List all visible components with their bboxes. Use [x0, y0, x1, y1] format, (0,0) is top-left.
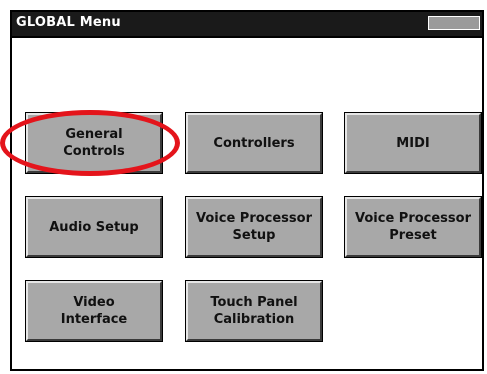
touch-panel-calibration-button[interactable]: Touch Panel Calibration	[186, 281, 322, 341]
controllers-button[interactable]: Controllers	[186, 113, 322, 173]
audio-setup-button[interactable]: Audio Setup	[26, 197, 162, 257]
video-interface-label: Video Interface	[60, 295, 128, 327]
page-title: GLOBAL Menu	[16, 15, 121, 30]
touch-panel-calibration-label: Touch Panel Calibration	[210, 295, 298, 327]
voice-processor-setup-label: Voice Processor Setup	[196, 211, 312, 243]
video-interface-button[interactable]: Video Interface	[26, 281, 162, 341]
voice-processor-setup-button[interactable]: Voice Processor Setup	[186, 197, 322, 257]
midi-label: MIDI	[396, 135, 430, 151]
controllers-label: Controllers	[213, 135, 295, 151]
title-bar-indicator	[428, 16, 480, 30]
general-controls-button[interactable]: General Controls	[26, 113, 162, 173]
general-controls-label: General Controls	[63, 127, 125, 159]
voice-processor-preset-button[interactable]: Voice Processor Preset	[345, 197, 481, 257]
voice-processor-preset-label: Voice Processor Preset	[355, 211, 471, 243]
midi-button[interactable]: MIDI	[345, 113, 481, 173]
title-bar: GLOBAL Menu	[12, 12, 482, 38]
audio-setup-label: Audio Setup	[49, 219, 139, 235]
